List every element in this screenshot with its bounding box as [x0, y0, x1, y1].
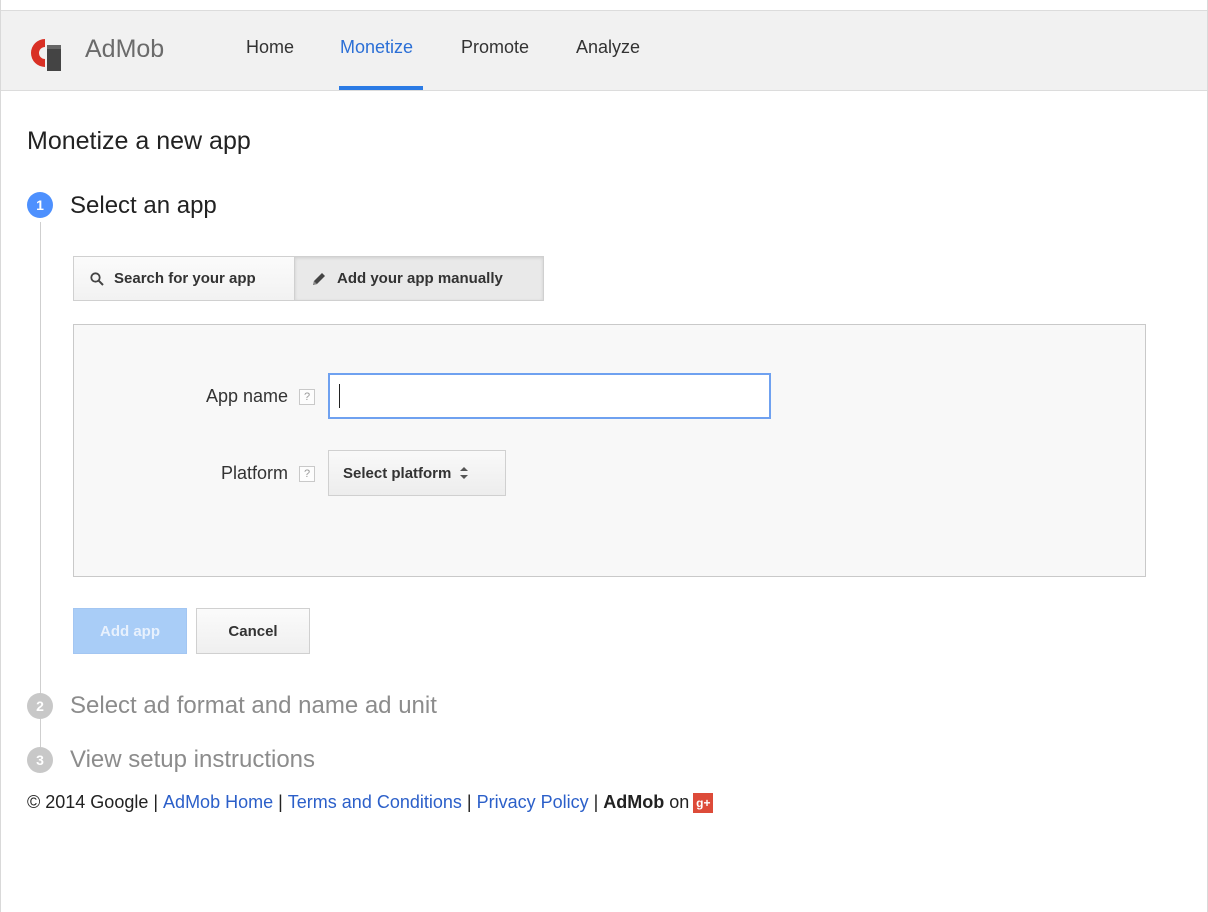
footer-admob-label: AdMob	[603, 792, 665, 812]
step-number-1: 1	[27, 192, 53, 218]
tab-add-manually[interactable]: Add your app manually	[294, 256, 544, 301]
step-title-1: Select an app	[70, 192, 217, 219]
step-connector-1	[40, 222, 41, 694]
nav-monetize[interactable]: Monetize	[340, 37, 413, 58]
tab-search-label: Search for your app	[114, 270, 256, 287]
add-app-button[interactable]: Add app	[73, 608, 187, 654]
terms-link[interactable]: Terms and Conditions	[288, 792, 462, 813]
step-title-3: View setup instructions	[70, 746, 316, 773]
admob-home-link[interactable]: AdMob Home	[163, 792, 273, 813]
search-icon	[90, 271, 104, 286]
step-connector-2	[40, 719, 41, 747]
add-app-form-panel	[73, 324, 1146, 577]
footer-on-text: on	[669, 792, 690, 812]
step-number-3: 3	[27, 747, 53, 773]
top-header: AdMob Home Monetize Promote Analyze	[1, 10, 1207, 91]
platform-help-icon[interactable]: ?	[299, 466, 315, 482]
footer-separator: |	[153, 792, 159, 812]
copyright-text: © 2014 Google	[27, 792, 149, 812]
tab-manual-label: Add your app manually	[337, 270, 503, 287]
brand-name: AdMob	[85, 35, 165, 63]
privacy-link[interactable]: Privacy Policy	[477, 792, 589, 813]
footer-separator: |	[593, 792, 599, 812]
pencil-icon	[313, 272, 325, 285]
footer: © 2014 Google | AdMob Home | Terms and C…	[27, 792, 714, 813]
google-plus-icon[interactable]: g+	[693, 792, 714, 813]
app-name-help-icon[interactable]: ?	[299, 389, 315, 405]
platform-select-label: Select platform	[343, 464, 452, 482]
nav-promote[interactable]: Promote	[461, 37, 529, 58]
tab-search-app[interactable]: Search for your app	[73, 256, 295, 301]
platform-label: Platform	[220, 463, 288, 483]
admob-page: AdMob Home Monetize Promote Analyze Mone…	[0, 0, 1208, 912]
select-arrows-icon	[460, 467, 469, 479]
active-nav-indicator	[339, 86, 423, 90]
nav-home[interactable]: Home	[246, 37, 294, 58]
step-number-2: 2	[27, 693, 53, 719]
text-cursor	[339, 384, 340, 408]
app-name-label: App name	[205, 386, 288, 406]
platform-select[interactable]: Select platform	[328, 450, 506, 496]
admob-logo-icon[interactable]	[21, 33, 69, 73]
step-title-2: Select ad format and name ad unit	[70, 692, 437, 719]
nav-analyze[interactable]: Analyze	[576, 37, 640, 58]
app-name-input[interactable]	[328, 373, 771, 419]
footer-separator: |	[466, 792, 472, 812]
footer-separator: |	[278, 792, 283, 812]
cancel-button[interactable]: Cancel	[196, 608, 310, 654]
page-title: Monetize a new app	[27, 127, 251, 155]
